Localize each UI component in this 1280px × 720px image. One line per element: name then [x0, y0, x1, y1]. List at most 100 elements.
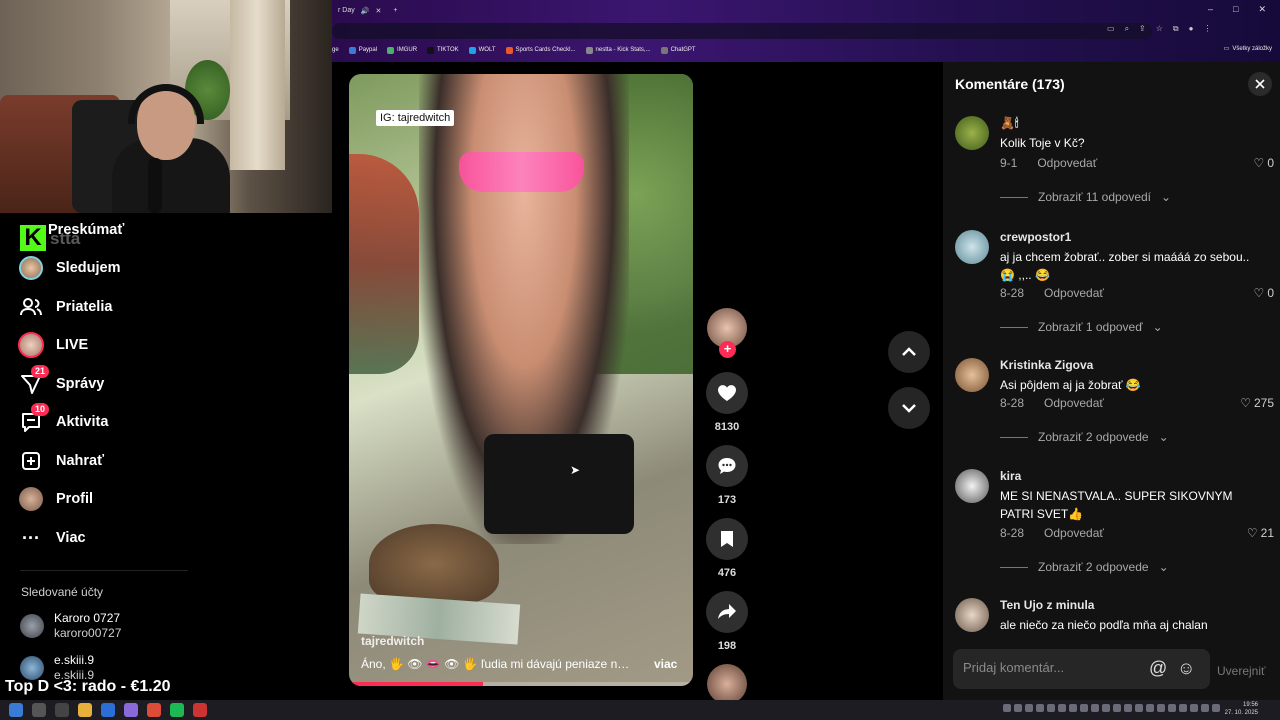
view-replies-button[interactable]: Zobraziť 2 odpovede ⌄: [1000, 560, 1169, 574]
address-bar[interactable]: [332, 23, 1152, 39]
tray-icon[interactable]: [1058, 704, 1066, 712]
comment-like-button[interactable]: ♡ 21: [1247, 526, 1274, 540]
save-button[interactable]: [706, 518, 748, 560]
nav-item-explore[interactable]: Preskúmať: [48, 215, 124, 245]
tray-icon[interactable]: [1014, 704, 1022, 712]
bookmark-item[interactable]: Paypal: [348, 46, 377, 54]
next-video-button[interactable]: [888, 387, 930, 429]
bookmark-item[interactable]: Sports Cards Checkl...: [505, 46, 576, 54]
comment-button[interactable]: [706, 445, 748, 487]
zoom-icon[interactable]: ⌕: [1125, 24, 1129, 34]
tray-icon[interactable]: [1212, 704, 1220, 712]
mail-icon[interactable]: [101, 703, 115, 717]
new-tab-button[interactable]: +: [387, 7, 403, 14]
close-comments-button[interactable]: [1248, 72, 1272, 96]
spotify-icon[interactable]: [170, 703, 184, 717]
nav-item-friends[interactable]: Priatelia: [18, 292, 112, 322]
tray-icon[interactable]: [1157, 704, 1165, 712]
reply-button[interactable]: Odpovedať: [1044, 526, 1104, 540]
tray-icon[interactable]: [1036, 704, 1044, 712]
creator-avatar[interactable]: +: [707, 308, 747, 358]
close-window-icon[interactable]: ✕: [1258, 4, 1266, 15]
tray-icon[interactable]: [1124, 704, 1132, 712]
clock[interactable]: 19:56 27. 10. 2025: [1225, 701, 1258, 717]
nav-item-following[interactable]: Sledujem: [18, 253, 120, 283]
tray-icon[interactable]: [1047, 704, 1055, 712]
comment-username[interactable]: crewpostor1: [1000, 230, 1071, 244]
task-view-icon[interactable]: [55, 703, 69, 717]
extension-icon[interactable]: ⧉: [1173, 24, 1179, 34]
music-disc-avatar[interactable]: [707, 664, 747, 704]
app-icon[interactable]: [124, 703, 138, 717]
comment-username[interactable]: kira: [1000, 469, 1021, 483]
bookmark-item[interactable]: IMGUR: [387, 46, 417, 54]
commenter-avatar[interactable]: [955, 116, 989, 150]
comment-username[interactable]: Ten Ujo z minula: [1000, 598, 1094, 612]
view-replies-button[interactable]: Zobraziť 2 odpovede ⌄: [1000, 430, 1169, 444]
nav-item-activity[interactable]: 10 Aktivita: [18, 403, 108, 437]
share-button[interactable]: [706, 591, 748, 633]
chrome-icon[interactable]: [147, 703, 161, 717]
commenter-avatar[interactable]: [955, 598, 989, 632]
caption-more-link[interactable]: viac: [654, 657, 677, 671]
comment-username[interactable]: 🧸🕯: [1000, 116, 1018, 131]
tray-icon[interactable]: [1069, 704, 1077, 712]
mention-icon[interactable]: @: [1149, 658, 1167, 679]
tray-icon[interactable]: [1190, 704, 1198, 712]
followed-account[interactable]: Karoro 0727 karoro00727: [20, 611, 121, 641]
bookmark-item[interactable]: TIKTOK: [427, 46, 459, 54]
video-author[interactable]: tajredwitch: [361, 634, 424, 648]
bookmark-item[interactable]: ge: [332, 47, 339, 53]
emoji-icon[interactable]: ☺: [1177, 658, 1195, 679]
tray-icon[interactable]: [1201, 704, 1209, 712]
tray-icon[interactable]: [1135, 704, 1143, 712]
video-player[interactable]: IG: tajredwitch tajredwitch Áno, 🖐 👁 👄 👁…: [349, 74, 693, 686]
comment-like-button[interactable]: ♡ 0: [1254, 286, 1274, 300]
tray-icon[interactable]: [1091, 704, 1099, 712]
browser-tab[interactable]: r Day 🔊 ✕: [332, 7, 387, 15]
obs-icon[interactable]: [193, 703, 207, 717]
tray-icon[interactable]: [1003, 704, 1011, 712]
bookmark-item[interactable]: nestta - Kick Stats,...: [585, 46, 651, 54]
comment-like-button[interactable]: ♡ 0: [1254, 156, 1274, 170]
video-progress-bar[interactable]: [349, 682, 693, 686]
like-button[interactable]: [706, 372, 748, 414]
maximize-icon[interactable]: □: [1233, 4, 1238, 15]
comment-like-button[interactable]: ♡ 275: [1240, 396, 1274, 410]
reply-button[interactable]: Odpovedať: [1044, 396, 1104, 410]
follow-plus-icon[interactable]: +: [719, 341, 736, 358]
bookmark-item[interactable]: ChatGPT: [660, 46, 696, 54]
search-icon[interactable]: [32, 703, 46, 717]
tray-icon[interactable]: [1025, 704, 1033, 712]
nav-item-profile[interactable]: Profil: [18, 484, 93, 514]
nav-item-more[interactable]: ··· Viac: [18, 523, 86, 553]
share-icon[interactable]: ⇪: [1139, 24, 1146, 34]
nav-item-messages[interactable]: 21 Správy: [18, 365, 104, 399]
previous-video-button[interactable]: [888, 331, 930, 373]
menu-icon[interactable]: ⋮: [1203, 24, 1211, 34]
comment-username[interactable]: Kristinka Zigova: [1000, 358, 1093, 372]
tab-close-icon[interactable]: ✕: [375, 7, 381, 15]
commenter-avatar[interactable]: [955, 469, 989, 503]
tray-icon[interactable]: [1146, 704, 1154, 712]
commenter-avatar[interactable]: [955, 230, 989, 264]
cast-icon[interactable]: ▭: [1107, 24, 1115, 34]
minimize-icon[interactable]: –: [1208, 4, 1213, 15]
reply-button[interactable]: Odpovedať: [1044, 286, 1104, 300]
nav-item-upload[interactable]: Nahrať: [18, 446, 104, 476]
tray-icon[interactable]: [1080, 704, 1088, 712]
view-replies-button[interactable]: Zobraziť 11 odpovedí ⌄: [1000, 190, 1171, 204]
file-explorer-icon[interactable]: [78, 703, 92, 717]
profile-icon[interactable]: ●: [1189, 24, 1194, 34]
post-comment-button[interactable]: Uverejniť: [1217, 664, 1266, 678]
view-replies-button[interactable]: Zobraziť 1 odpoveď ⌄: [1000, 320, 1163, 334]
tray-icon[interactable]: [1168, 704, 1176, 712]
bookmark-item[interactable]: WOLT: [468, 46, 496, 54]
all-bookmarks[interactable]: ▭ Všetky záložky: [1224, 45, 1272, 53]
start-icon[interactable]: [9, 703, 23, 717]
reply-button[interactable]: Odpovedať: [1037, 156, 1097, 170]
commenter-avatar[interactable]: [955, 358, 989, 392]
bookmark-star-icon[interactable]: ☆: [1156, 24, 1163, 34]
tray-icon[interactable]: [1179, 704, 1187, 712]
tray-icon[interactable]: [1113, 704, 1121, 712]
